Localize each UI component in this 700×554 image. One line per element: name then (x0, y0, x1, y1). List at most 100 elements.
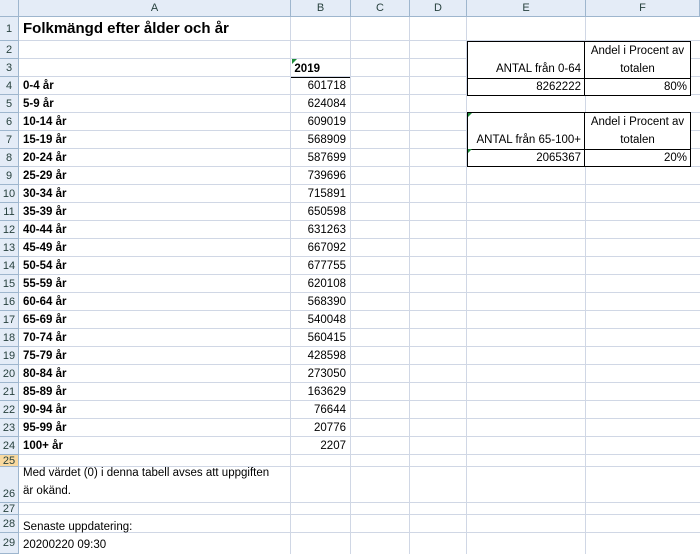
age-group-label[interactable]: 25-29 år (21, 167, 291, 185)
population-value[interactable]: 587699 (291, 149, 350, 167)
age-group-label[interactable]: 15-19 år (21, 131, 291, 149)
population-value[interactable]: 620108 (291, 275, 350, 293)
box1-count-value[interactable]: 8262222 (468, 79, 584, 96)
row-header-29[interactable]: 29 (0, 533, 19, 554)
column-header-c[interactable]: C (351, 0, 410, 17)
population-value[interactable]: 631263 (291, 221, 350, 239)
population-value[interactable]: 677755 (291, 257, 350, 275)
row-header-23[interactable]: 23 (0, 419, 19, 437)
note-line-1[interactable]: Med värdet (0) i denna tabell avses att … (21, 467, 269, 479)
row-header-13[interactable]: 13 (0, 239, 19, 257)
row-header-3[interactable]: 3 (0, 59, 19, 77)
age-group-label[interactable]: 30-34 år (21, 185, 291, 203)
row-header-19[interactable]: 19 (0, 347, 19, 365)
row-header-18[interactable]: 18 (0, 329, 19, 347)
age-group-label[interactable]: 75-79 år (21, 347, 291, 365)
gridline (409, 17, 410, 554)
note-line-2[interactable]: är okänd. (21, 485, 71, 497)
age-group-label[interactable]: 40-44 år (21, 221, 291, 239)
row-header-16[interactable]: 16 (0, 293, 19, 311)
row-header-22[interactable]: 22 (0, 401, 19, 419)
population-value[interactable]: 2207 (291, 437, 350, 455)
row-header-15[interactable]: 15 (0, 275, 19, 293)
box1-share-value[interactable]: 80% (585, 79, 690, 96)
population-value[interactable]: 601718 (291, 77, 350, 95)
year-header[interactable]: 2019 (291, 60, 350, 78)
row-header-21[interactable]: 21 (0, 383, 19, 401)
population-value[interactable]: 739696 (291, 167, 350, 185)
box1-count-header[interactable]: ANTAL från 0-64 (468, 60, 584, 78)
row-header-6[interactable]: 6 (0, 113, 19, 131)
age-group-label[interactable]: 90-94 år (21, 401, 291, 419)
box1-share-header[interactable]: Andel i Procent av totalen (585, 42, 690, 78)
gridline (350, 17, 351, 554)
age-group-label[interactable]: 95-99 år (21, 419, 291, 437)
row-header-2[interactable]: 2 (0, 41, 19, 59)
spreadsheet[interactable]: ABCDEF 1 2 3 4 5 6 7 8 9 10 11 12 13 14 15 16 17 18 19 20 21… (0, 0, 700, 554)
box2-share-header[interactable]: Andel i Procent av totalen (585, 113, 690, 149)
age-group-label[interactable]: 55-59 år (21, 275, 291, 293)
age-group-label[interactable]: 20-24 år (21, 149, 291, 167)
row-header-14[interactable]: 14 (0, 257, 19, 275)
column-header-e[interactable]: E (467, 0, 586, 17)
age-group-label[interactable]: 60-64 år (21, 293, 291, 311)
age-group-label[interactable]: 85-89 år (21, 383, 291, 401)
population-value[interactable]: 650598 (291, 203, 350, 221)
row-header-7[interactable]: 7 (0, 131, 19, 149)
row-header-26[interactable]: 26 (0, 467, 19, 503)
age-group-label[interactable]: 100+ år (21, 437, 291, 455)
population-value[interactable]: 624084 (291, 95, 350, 113)
row-header-1[interactable]: 1 (0, 17, 19, 41)
row-header-28[interactable]: 28 (0, 515, 19, 533)
population-value[interactable]: 540048 (291, 311, 350, 329)
box2-count-value[interactable]: 2065367 (468, 150, 584, 167)
population-value[interactable]: 76644 (291, 401, 350, 419)
age-group-label[interactable]: 5-9 år (21, 95, 291, 113)
gridline (466, 17, 467, 554)
column-header-b[interactable]: B (291, 0, 351, 17)
age-group-label[interactable]: 35-39 år (21, 203, 291, 221)
updated-value[interactable]: 20200220 09:30 (21, 539, 106, 551)
select-all-corner[interactable] (0, 0, 19, 17)
row-header-17[interactable]: 17 (0, 311, 19, 329)
gridline (19, 514, 700, 515)
population-value[interactable]: 163629 (291, 383, 350, 401)
age-group-label[interactable]: 50-54 år (21, 257, 291, 275)
population-value[interactable]: 715891 (291, 185, 350, 203)
row-header-12[interactable]: 12 (0, 221, 19, 239)
population-value[interactable]: 273050 (291, 365, 350, 383)
row-header-27[interactable]: 27 (0, 503, 19, 515)
age-group-label[interactable]: 70-74 år (21, 329, 291, 347)
summary-table-0-64: ANTAL från 0-64 Andel i Procent av total… (467, 41, 691, 96)
error-marker (292, 59, 297, 64)
sheet-title[interactable]: Folkmängd efter ålder och år (21, 20, 229, 37)
row-header-20[interactable]: 20 (0, 365, 19, 383)
population-value[interactable]: 568390 (291, 293, 350, 311)
column-header-d[interactable]: D (410, 0, 467, 17)
row-header-9[interactable]: 9 (0, 167, 19, 185)
population-value[interactable]: 609019 (291, 113, 350, 131)
population-value[interactable]: 560415 (291, 329, 350, 347)
population-value[interactable]: 667092 (291, 239, 350, 257)
age-group-label[interactable]: 80-84 år (21, 365, 291, 383)
age-group-label[interactable]: 10-14 år (21, 113, 291, 131)
gridline (19, 502, 700, 503)
row-header-10[interactable]: 10 (0, 185, 19, 203)
row-header-24[interactable]: 24 (0, 437, 19, 455)
age-group-label[interactable]: 65-69 år (21, 311, 291, 329)
row-header-5[interactable]: 5 (0, 95, 19, 113)
column-header-f[interactable]: F (586, 0, 700, 17)
row-header-11[interactable]: 11 (0, 203, 19, 221)
age-group-label[interactable]: 0-4 år (21, 77, 291, 95)
box2-share-value[interactable]: 20% (585, 150, 690, 167)
box2-count-header[interactable]: ANTAL från 65-100+ (468, 131, 584, 149)
population-value[interactable]: 428598 (291, 347, 350, 365)
age-group-label[interactable]: 45-49 år (21, 239, 291, 257)
population-value[interactable]: 568909 (291, 131, 350, 149)
column-header-a[interactable]: A (19, 0, 291, 17)
row-header-4[interactable]: 4 (0, 77, 19, 95)
row-header-25[interactable]: 25 (0, 455, 19, 467)
population-value[interactable]: 20776 (291, 419, 350, 437)
row-header-8[interactable]: 8 (0, 149, 19, 167)
updated-label[interactable]: Senaste uppdatering: (21, 521, 132, 533)
